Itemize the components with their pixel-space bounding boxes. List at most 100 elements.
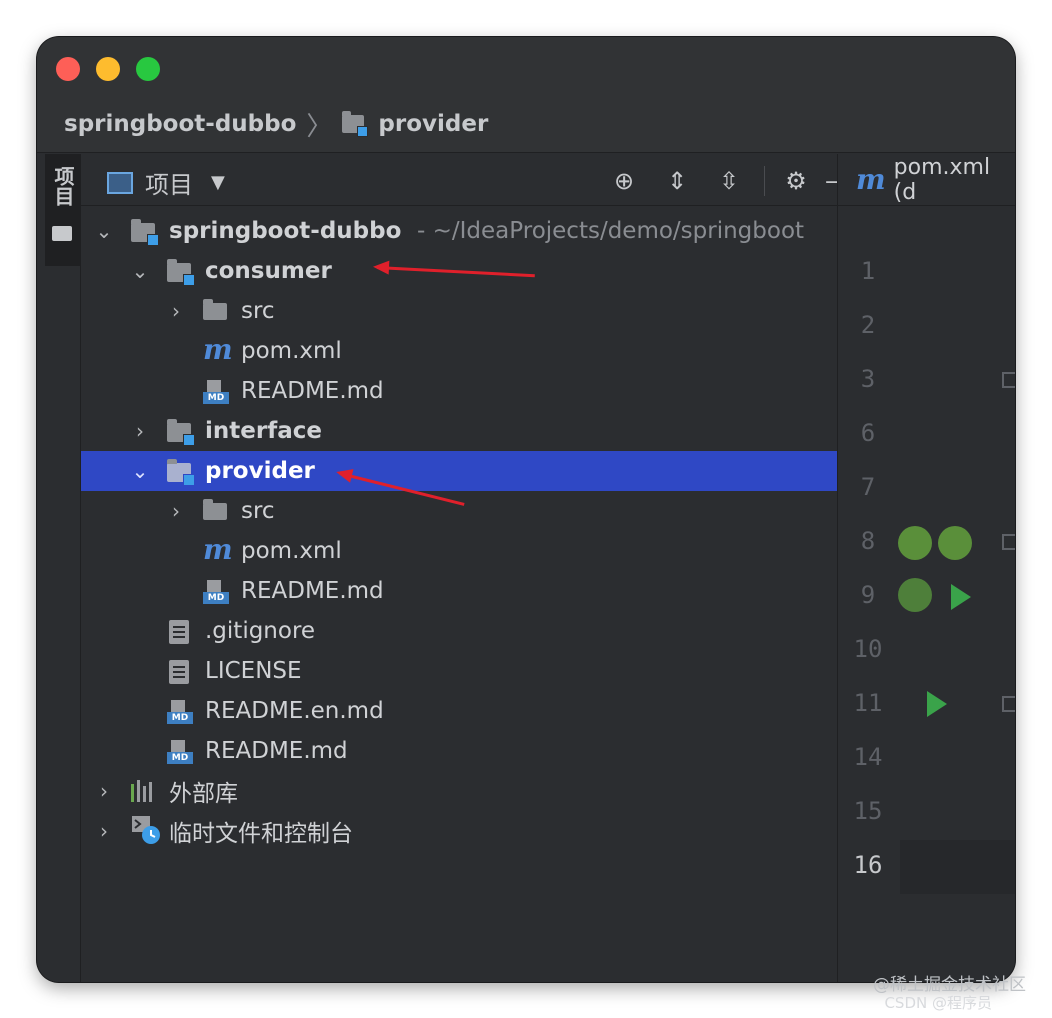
tree-row-license[interactable]: LICENSE [81,651,837,691]
tree-label: README.md [205,738,348,764]
breadcrumb-root[interactable]: springboot-dubbo [64,111,296,137]
line-number: 1 [860,257,876,285]
run-icon[interactable] [951,584,971,610]
tree-label: README.en.md [205,698,384,724]
breadcrumb: springboot-dubbo 〉 provider [64,109,488,142]
chevron-right-icon[interactable]: › [129,419,151,443]
folder-icon[interactable] [52,226,72,241]
maven-icon: m [203,333,233,366]
tree-row-provider-src[interactable]: › src [81,491,837,531]
tree-row-root[interactable]: ⌄ springboot-dubbo - ~/IdeaProjects/demo… [81,211,837,251]
editor-tab-label: pom.xml (d [893,154,991,205]
breadcrumb-current[interactable]: provider [378,111,488,137]
close-window-button[interactable] [56,57,80,81]
line-number: 9 [860,581,876,609]
folder-icon [203,299,227,320]
module-folder-icon [131,219,159,246]
project-panel-title: 项目 [145,171,193,199]
markdown-icon: MD [203,580,229,604]
tree-path-hint-text: ~/IdeaProjects/demo/springboot [432,218,805,244]
tree-label: .gitignore [205,618,316,644]
chevron-down-icon[interactable]: ⌄ [93,219,115,243]
tree-row-provider-readme[interactable]: MD README.md [81,571,837,611]
module-folder-icon [167,459,195,486]
line-number: 3 [860,365,876,393]
chevron-right-icon[interactable]: › [93,779,115,803]
tree-label: src [241,498,275,524]
chevron-down-icon[interactable]: ⌄ [129,459,151,483]
tree-label: provider [205,458,315,484]
tree-label: LICENSE [205,658,302,684]
title-bar: springboot-dubbo 〉 provider [37,37,1015,153]
chevron-right-icon[interactable]: › [165,499,187,523]
tree-label: README.md [241,578,384,604]
tree-label: interface [205,418,322,444]
module-folder-icon [342,111,369,137]
text-file-icon [169,660,189,684]
tree-row-provider[interactable]: ⌄ provider [81,451,837,491]
line-number: 6 [860,419,876,447]
tree-row-consumer-src[interactable]: › src [81,291,837,331]
locate-icon[interactable]: ⊕ [609,166,639,196]
tree-row-consumer-readme[interactable]: MD README.md [81,371,837,411]
minimize-window-button[interactable] [96,57,120,81]
markdown-icon: MD [203,380,229,404]
line-number: 11 [853,689,883,717]
tree-label: 临时文件和控制台 [169,821,353,847]
ide-window: springboot-dubbo 〉 provider 项目 项目 ▼ ⊕ ⇕ … [37,37,1015,982]
markdown-icon: MD [167,700,193,724]
tree-row-readme-en[interactable]: MD README.en.md [81,691,837,731]
tree-row-provider-pom[interactable]: m pom.xml [81,531,837,571]
toolbar-divider [764,166,765,196]
spring-bean-search-icon[interactable] [898,526,932,560]
project-panel-toolbar: 项目 ▼ ⊕ ⇕ ⇳ ⚙ — [81,154,849,206]
chevron-right-icon[interactable]: › [165,299,187,323]
fold-icon[interactable] [1002,372,1015,388]
tree-label: src [241,298,275,324]
spring-bean-check-icon[interactable] [938,526,972,560]
tree-row-interface[interactable]: › interface [81,411,837,451]
line-number: 8 [860,527,876,555]
project-panel: 项目 ▼ ⊕ ⇕ ⇳ ⚙ — ⌄ springboot-dubbo - ~/Id… [81,154,849,982]
module-folder-icon [167,419,195,446]
spring-boot-icon[interactable] [898,578,932,612]
line-number: 7 [860,473,876,501]
tree-row-external-libraries[interactable]: › 外部库 [81,771,837,811]
chevron-down-icon[interactable]: ⌄ [129,259,151,283]
module-folder-icon [167,259,195,286]
line-number: 15 [853,797,883,825]
tree-label: README.md [241,378,384,404]
tool-window-strip: 项目 [37,154,81,982]
gear-icon[interactable]: ⚙ [781,166,811,196]
chevron-right-icon: 〉 [306,111,333,142]
tree-label: pom.xml [241,538,342,564]
project-tool-tab-label[interactable]: 项目 [49,166,78,206]
project-window-icon [107,171,133,194]
library-icon [131,780,157,802]
chevron-right-icon[interactable]: › [93,819,115,843]
tree-row-readme[interactable]: MD README.md [81,731,837,771]
project-view-selector[interactable]: 项目 ▼ [107,165,225,200]
line-number: 14 [853,743,883,771]
fold-icon[interactable] [1002,534,1015,550]
expand-all-icon[interactable]: ⇕ [662,166,692,196]
tree-row-scratches[interactable]: › 临时文件和控制台 [81,811,837,851]
folder-icon [203,499,227,520]
maven-icon: m [203,533,233,566]
scratch-icon [131,815,161,845]
tree-row-consumer-pom[interactable]: m pom.xml [81,331,837,371]
chevron-down-icon[interactable]: ▼ [211,172,225,193]
watermark: CSDN @程序员 [884,994,992,1012]
tree-label: pom.xml [241,338,342,364]
tree-row-gitignore[interactable]: .gitignore [81,611,837,651]
editor-tab[interactable]: m pom.xml (d [838,154,1015,206]
tree-label: springboot-dubbo [169,218,402,244]
editor-pane: m pom.xml (d 1 2 3 6 7 8 9 10 11 14 15 1… [837,154,1015,982]
run-icon[interactable] [927,691,947,717]
fold-icon[interactable] [1002,696,1015,712]
collapse-all-icon[interactable]: ⇳ [714,166,744,196]
maven-icon: m [856,163,886,196]
tree-path-hint: - ~/IdeaProjects/demo/springboot [417,218,805,244]
zoom-window-button[interactable] [136,57,160,81]
tree-label: 外部库 [169,781,238,807]
